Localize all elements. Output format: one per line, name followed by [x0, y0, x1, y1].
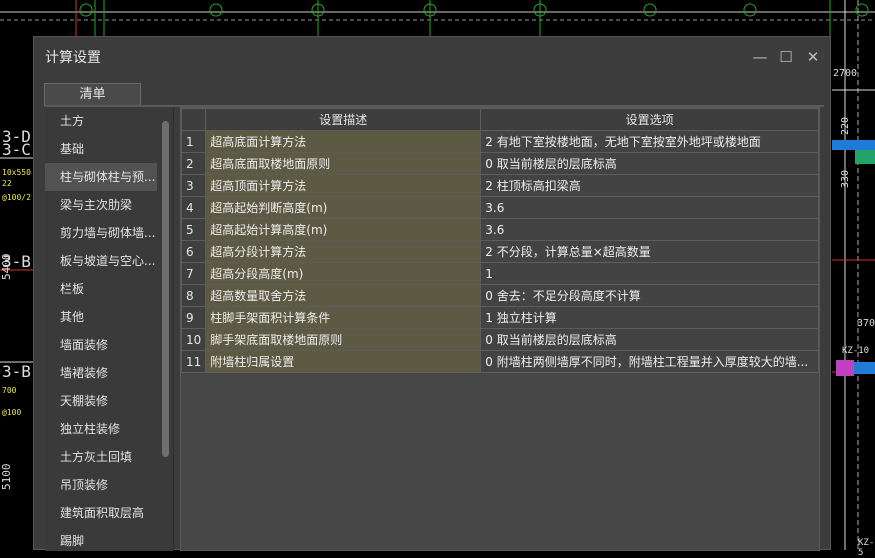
- setting-option[interactable]: 2 柱顶标高扣梁高: [480, 174, 819, 197]
- table-row[interactable]: 9 柱脚手架面积计算条件 1 独立柱计算: [180, 306, 819, 329]
- row-number: 4: [180, 196, 207, 219]
- setting-description: 超高分段计算方法: [205, 240, 482, 263]
- row-number: 3: [180, 174, 207, 197]
- table-row[interactable]: 7 超高分段高度(m) 1: [180, 262, 819, 285]
- maximize-button[interactable]: ☐: [774, 45, 798, 69]
- category-list: 土方 基础 柱与砌体柱与预... 梁与主次肋梁 剪力墙与砌体墙... 板与坡道与…: [45, 107, 174, 551]
- category-item[interactable]: 墙面装修: [45, 331, 157, 359]
- setting-description: 超高底面取楼地面原则: [205, 152, 482, 175]
- category-item-selected[interactable]: 柱与砌体柱与预...: [45, 163, 157, 191]
- dialog-title: 计算设置: [45, 50, 101, 66]
- category-item[interactable]: 天棚装修: [45, 387, 157, 415]
- row-number: 10: [180, 328, 207, 351]
- category-item[interactable]: 踢脚: [45, 527, 157, 551]
- table-row[interactable]: 8 超高数量取舍方法 0 舍去：不足分段高度不计算: [180, 284, 819, 307]
- category-item[interactable]: 土方灰土回填: [45, 443, 157, 471]
- setting-option[interactable]: 0 附墙柱两侧墙厚不同时，附墙柱工程量并入厚度较大的墙...: [480, 350, 819, 373]
- setting-option[interactable]: 2 有地下室按楼地面，无地下室按室外地坪或楼地面: [480, 130, 819, 153]
- tab-bill[interactable]: 清单: [44, 83, 141, 105]
- row-number: 9: [180, 306, 207, 329]
- setting-option[interactable]: 0 取当前楼层的层底标高: [480, 328, 819, 351]
- row-number: 8: [180, 284, 207, 307]
- setting-option[interactable]: 3.6: [480, 218, 819, 241]
- setting-option[interactable]: 1: [480, 262, 819, 285]
- setting-description: 超高顶面计算方法: [205, 174, 482, 197]
- settings-table: 设置描述 设置选项 1 超高底面计算方法 2 有地下室按楼地面，无地下室按室外地…: [180, 108, 819, 373]
- row-number: 2: [180, 152, 207, 175]
- row-number: 1: [180, 130, 207, 153]
- setting-option[interactable]: 0 舍去：不足分段高度不计算: [480, 284, 819, 307]
- table-row[interactable]: 6 超高分段计算方法 2 不分段，计算总量×超高数量: [180, 240, 819, 263]
- row-number: 5: [180, 218, 207, 241]
- setting-description: 柱脚手架面积计算条件: [205, 306, 482, 329]
- table-row[interactable]: 4 超高起始判断高度(m) 3.6: [180, 196, 819, 219]
- dimension-label: 10x550: [2, 168, 31, 177]
- dimension-label: @100/2: [2, 193, 31, 202]
- setting-description: 超高数量取舍方法: [205, 284, 482, 307]
- setting-option[interactable]: 1 独立柱计算: [480, 306, 819, 329]
- dimension-label: 22: [2, 179, 12, 188]
- dimension-label: 5100: [0, 463, 13, 491]
- category-item[interactable]: 梁与主次肋梁: [45, 191, 157, 219]
- close-button[interactable]: ✕: [801, 45, 825, 69]
- column-header-description[interactable]: 设置描述: [205, 108, 482, 131]
- dimension-label: 370: [857, 318, 875, 329]
- settings-grid: 设置描述 设置选项 1 超高底面计算方法 2 有地下室按楼地面，无地下室按室外地…: [180, 107, 820, 551]
- row-number: 6: [180, 240, 207, 263]
- table-header-row: 设置描述 设置选项: [180, 108, 819, 131]
- category-item[interactable]: 独立柱装修: [45, 415, 157, 443]
- column-header-index: [180, 108, 207, 131]
- setting-description: 超高起始计算高度(m): [205, 218, 482, 241]
- category-item[interactable]: 土方: [45, 107, 157, 135]
- column-header-option[interactable]: 设置选项: [480, 108, 819, 131]
- axis-label: 3-B: [2, 362, 31, 381]
- setting-option[interactable]: 2 不分段，计算总量×超高数量: [480, 240, 819, 263]
- table-row[interactable]: 5 超高起始计算高度(m) 3.6: [180, 218, 819, 241]
- table-row[interactable]: 3 超高顶面计算方法 2 柱顶标高扣梁高: [180, 174, 819, 197]
- dimension-label: 330: [840, 169, 851, 188]
- category-list-scrollbar[interactable]: [162, 121, 169, 457]
- setting-description: 脚手架底面取楼地面原则: [205, 328, 482, 351]
- table-row[interactable]: 2 超高底面取楼地面原则 0 取当前楼层的层底标高: [180, 152, 819, 175]
- setting-description: 超高底面计算方法: [205, 130, 482, 153]
- setting-option[interactable]: 0 取当前楼层的层底标高: [480, 152, 819, 175]
- dialog-titlebar[interactable]: 计算设置 — ☐ ✕: [34, 37, 830, 77]
- table-row[interactable]: 10 脚手架底面取楼地面原则 0 取当前楼层的层底标高: [180, 328, 819, 351]
- dimension-label: 220: [840, 116, 851, 135]
- category-item[interactable]: 剪力墙与砌体墙...: [45, 219, 157, 247]
- category-item[interactable]: 栏板: [45, 275, 157, 303]
- column-tag: KZ-10: [842, 346, 870, 356]
- category-item[interactable]: 基础: [45, 135, 157, 163]
- setting-description: 附墙柱归属设置: [205, 350, 482, 373]
- row-number: 7: [180, 262, 207, 285]
- dimension-label: 700: [2, 386, 17, 395]
- table-row[interactable]: 11 附墙柱归属设置 0 附墙柱两侧墙厚不同时，附墙柱工程量并入厚度较大的墙..…: [180, 350, 819, 373]
- setting-description: 超高分段高度(m): [205, 262, 482, 285]
- category-item[interactable]: 吊顶装修: [45, 471, 157, 499]
- setting-description: 超高起始判断高度(m): [205, 196, 482, 219]
- dimension-label: @100: [2, 408, 22, 417]
- category-item[interactable]: 建筑面积取层高: [45, 499, 157, 527]
- table-row[interactable]: 1 超高底面计算方法 2 有地下室按楼地面，无地下室按室外地坪或楼地面: [180, 130, 819, 153]
- row-number: 11: [180, 350, 207, 373]
- dimension-label: 5400: [0, 253, 13, 281]
- minimize-button[interactable]: —: [748, 45, 772, 69]
- category-item[interactable]: 板与坡道与空心...: [45, 247, 157, 275]
- column-tag: KZ-5: [858, 538, 875, 558]
- category-item[interactable]: 墙裙装修: [45, 359, 157, 387]
- category-item[interactable]: 其他: [45, 303, 157, 331]
- setting-option[interactable]: 3.6: [480, 196, 819, 219]
- calc-settings-dialog: 计算设置 — ☐ ✕ 清单 土方 基础 柱与砌体柱与预... 梁与主次肋梁 剪力…: [33, 36, 831, 551]
- tab-bar: 清单: [44, 83, 824, 107]
- axis-label: 3-C: [2, 140, 31, 159]
- dimension-label: 2700: [833, 68, 858, 79]
